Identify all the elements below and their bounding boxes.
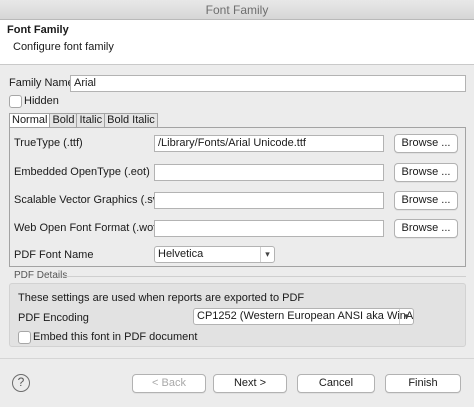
help-icon[interactable]: ? <box>12 374 30 392</box>
svg-label: Scalable Vector Graphics (.svg) <box>14 194 169 206</box>
pdf-encoding-value: CP1252 (Western European ANSI aka WinAns… <box>197 310 414 322</box>
tab-italic[interactable]: Italic <box>76 113 106 128</box>
hidden-checkbox[interactable] <box>9 95 22 108</box>
pdf-font-name-value: Helvetica <box>158 248 204 260</box>
pdf-details-group-label: PDF Details <box>14 270 68 281</box>
finish-button[interactable]: Finish <box>385 374 461 393</box>
browse-svg-button[interactable]: Browse ... <box>394 191 458 210</box>
eot-label: Embedded OpenType (.eot) <box>14 166 150 178</box>
browse-woff-button[interactable]: Browse ... <box>394 219 458 238</box>
chevron-down-icon: ▾ <box>260 247 274 262</box>
embed-font-checkbox[interactable] <box>18 331 31 344</box>
woff-label: Web Open Font Format (.woff) <box>14 222 163 234</box>
pdf-font-name-label: PDF Font Name <box>14 249 94 261</box>
header-title: Font Family <box>7 24 69 36</box>
next-button[interactable]: Next > <box>213 374 287 393</box>
window-title: Font Family <box>0 0 474 20</box>
eot-input[interactable] <box>154 164 384 181</box>
tab-normal[interactable]: Normal <box>9 113 51 128</box>
browse-truetype-button[interactable]: Browse ... <box>394 134 458 153</box>
cancel-button[interactable]: Cancel <box>297 374 375 393</box>
family-name-label: Family Name <box>9 77 74 89</box>
browse-eot-button[interactable]: Browse ... <box>394 163 458 182</box>
truetype-label: TrueType (.ttf) <box>14 137 83 149</box>
wizard-header: Font Family Configure font family <box>0 20 474 65</box>
pdf-details-separator <box>64 276 466 277</box>
truetype-input[interactable]: /Library/Fonts/Arial Unicode.ttf <box>154 135 384 152</box>
pdf-font-name-select[interactable]: Helvetica ▾ <box>154 246 275 263</box>
svg-input[interactable] <box>154 192 384 209</box>
woff-input[interactable] <box>154 220 384 237</box>
pdf-encoding-label: PDF Encoding <box>18 312 89 324</box>
family-name-input[interactable]: Arial <box>70 75 466 92</box>
pdf-details-info: These settings are used when reports are… <box>18 292 305 304</box>
tab-bold-italic[interactable]: Bold Italic <box>104 113 158 128</box>
footer-separator <box>0 358 474 359</box>
tab-bold[interactable]: Bold <box>49 113 78 128</box>
hidden-label: Hidden <box>24 95 59 107</box>
embed-font-label: Embed this font in PDF document <box>33 331 198 343</box>
pdf-encoding-select[interactable]: CP1252 (Western European ANSI aka WinAns… <box>193 308 414 325</box>
header-subtitle: Configure font family <box>13 41 114 53</box>
style-tabs: Normal Bold Italic Bold Italic <box>9 113 158 128</box>
chevron-down-icon: ▾ <box>399 309 413 324</box>
back-button[interactable]: < Back <box>132 374 206 393</box>
